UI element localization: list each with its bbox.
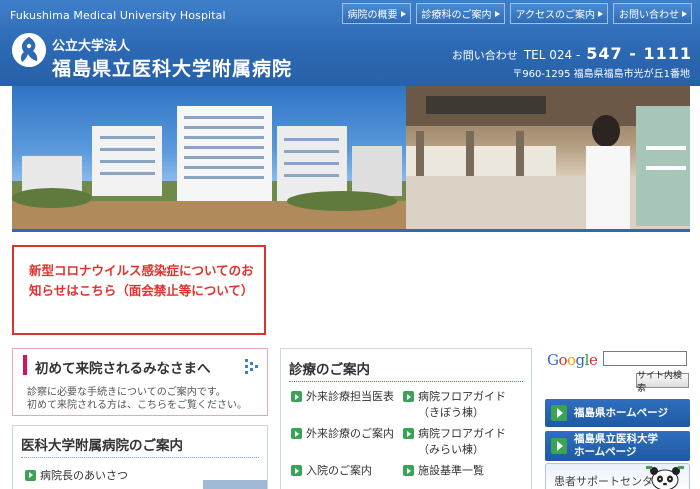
site-search-button[interactable]: サイト内検索: [636, 371, 689, 394]
panda-mascot-icon: [646, 466, 684, 489]
arrow-right-icon: [551, 438, 567, 454]
guide-item-greeting[interactable]: 病院長のあいさつ: [25, 467, 128, 483]
hospital-address: 〒960-1295 福島県福島市光が丘1番地: [512, 69, 690, 80]
divider: [21, 457, 259, 458]
nav-access[interactable]: アクセスのご案内: [509, 3, 608, 24]
hospital-building-photo: [12, 86, 406, 229]
covid-notice[interactable]: 新型コロナウイルス感染症についてのお知らせはこちら（面会禁止等について）: [12, 245, 266, 335]
arrow-right-icon: [551, 405, 567, 421]
first-visit-panel[interactable]: 初めて来院されるみなさまへ 診察に必要な手続きについてのご案内です。 初めて来院…: [12, 348, 268, 416]
nav-contact[interactable]: お問い合わせ: [613, 3, 692, 24]
contact-tel-prefix: TEL 024 -: [523, 48, 581, 62]
contact-label: お問い合わせ: [451, 49, 518, 62]
link-outpatient-doctors[interactable]: 外来診療担当医表: [291, 389, 394, 405]
arrow-right-icon: [25, 469, 36, 481]
hospital-guide-panel: 医科大学附属病院のご案内 病院長のあいさつ: [12, 425, 268, 489]
hospital-logo-icon[interactable]: [12, 33, 46, 67]
triangle-right-icon: [598, 10, 603, 17]
hospital-lobby-photo: [406, 86, 690, 229]
fukushima-pref-homepage-button[interactable]: 福島県ホームページ: [545, 399, 690, 427]
link-floor-guide-mirai[interactable]: 病院フロアガイド （みらい棟）: [403, 426, 506, 458]
contact-info: お問い合わせ TEL 024 - 547 - 1111: [452, 44, 692, 63]
arrow-right-icon: [291, 428, 302, 439]
divider: [289, 381, 523, 382]
google-logo: Google: [547, 351, 598, 369]
triangle-right-icon: [682, 10, 687, 17]
link-outpatient-guide[interactable]: 外来診療のご案内: [291, 426, 394, 442]
site-english-name: Fukushima Medical University Hospital: [10, 9, 226, 22]
top-navigation: 病院の概要 診療科のご案内 アクセスのご案内 お問い合わせ: [341, 3, 692, 24]
arrow-right-icon: [291, 391, 302, 402]
clinical-guide-title: 診療のご案内: [289, 362, 370, 378]
guide-thumbnail: [203, 480, 267, 489]
link-admission-guide[interactable]: 入院のご案内: [291, 463, 372, 479]
nav-departments[interactable]: 診療科のご案内: [415, 3, 505, 24]
clinical-guide-panel: 診療のご案内 外来診療担当医表 外来診療のご案内 入院のご案内 病院フロアガイド…: [280, 348, 532, 489]
dotted-arrow-icon: [245, 359, 258, 374]
site-header: Fukushima Medical University Hospital 病院…: [0, 0, 700, 86]
nav-overview[interactable]: 病院の概要: [341, 3, 411, 24]
organization-type: 公立大学法人: [52, 39, 131, 54]
triangle-right-icon: [400, 10, 406, 17]
hospital-guide-title: 医科大学附属病院のご案内: [21, 438, 183, 454]
arrow-right-icon: [403, 428, 414, 439]
site-search-input[interactable]: [603, 351, 687, 366]
hero-banner: [12, 86, 690, 232]
arrow-right-icon: [403, 391, 414, 402]
fmu-homepage-button[interactable]: 福島県立医科大学 ホームページ: [545, 431, 690, 461]
covid-notice-text[interactable]: 新型コロナウイルス感染症についてのお知らせはこちら（面会禁止等について）: [29, 261, 254, 301]
link-facility-standards[interactable]: 施設基準一覧: [403, 463, 484, 479]
link-floor-guide-kibou[interactable]: 病院フロアガイド （きぼう棟）: [403, 389, 506, 421]
contact-phone-number: 547 - 1111: [586, 44, 692, 63]
arrow-right-icon: [403, 465, 414, 476]
arrow-right-icon: [291, 465, 302, 476]
hospital-name[interactable]: 福島県立医科大学附属病院: [52, 54, 292, 81]
triangle-right-icon: [494, 10, 500, 17]
first-visit-description: 診察に必要な手続きについてのご案内です。 初めて来院される方は、こちらをご覧くだ…: [27, 387, 247, 411]
title-accent-bar: [23, 355, 27, 375]
first-visit-title[interactable]: 初めて来院されるみなさまへ: [35, 357, 211, 377]
